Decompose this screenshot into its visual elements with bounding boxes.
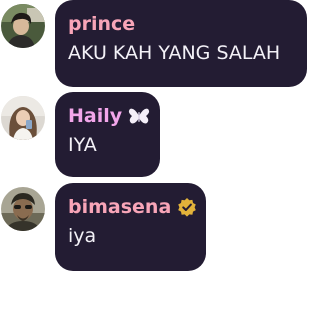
message-text: AKU KAH YANG SALAH [68, 42, 281, 64]
message-bubble: Haily IYA [55, 92, 160, 177]
author-name[interactable]: Haily [68, 102, 122, 130]
chat-message-bimasena: bimasena iya [0, 181, 310, 273]
author-name[interactable]: prince [68, 10, 135, 38]
message-bubble: bimasena iya [55, 183, 206, 271]
avatar-prince-image [1, 4, 45, 48]
avatar-bimasena[interactable] [1, 187, 45, 231]
author-name[interactable]: bimasena [68, 193, 171, 221]
chat-message-haily: Haily IYA [0, 91, 310, 179]
avatar-haily[interactable] [1, 96, 45, 140]
verified-badge-icon [177, 197, 197, 217]
message-text: IYA [68, 134, 97, 156]
message-bubble: prince AKU KAH YANG SALAH [55, 0, 307, 87]
avatar-prince[interactable] [1, 4, 45, 48]
message-text: iya [68, 225, 97, 247]
chat-message-prince: prince AKU KAH YANG SALAH [0, 0, 310, 90]
avatar-haily-image [1, 96, 45, 140]
avatar-bimasena-image [1, 187, 45, 231]
butterfly-icon [128, 106, 150, 126]
